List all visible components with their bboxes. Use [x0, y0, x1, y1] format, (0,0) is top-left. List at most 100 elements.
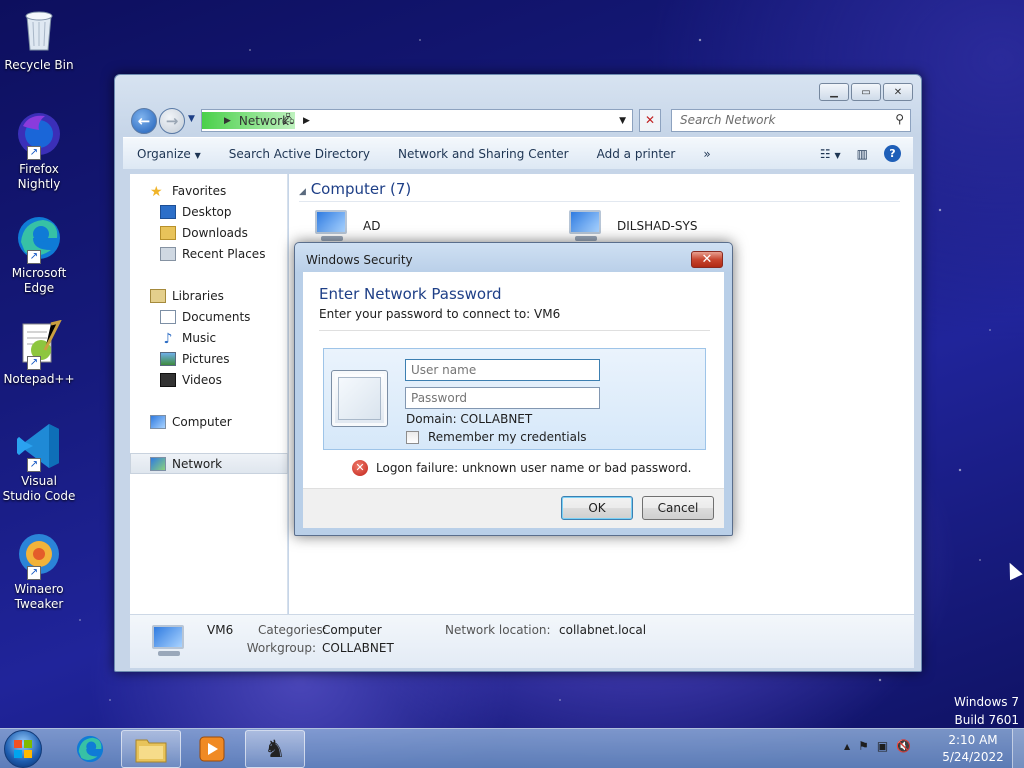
taskbar-chess[interactable]: ♞ — [245, 730, 305, 768]
desktop-icon-edge[interactable]: ↗ Microsoft Edge — [2, 214, 76, 296]
taskbar-edge[interactable] — [60, 730, 120, 768]
more-commands-button[interactable]: » — [689, 147, 724, 161]
dialog-body: Enter Network Password Enter your passwo… — [303, 272, 724, 488]
back-button[interactable]: ← — [131, 108, 157, 134]
back-arrow-icon: ← — [137, 112, 151, 130]
address-dropdown-icon[interactable]: ▼ — [619, 116, 626, 126]
cancel-button[interactable]: Cancel — [642, 496, 714, 520]
caption-buttons: ▁ ▭ ✕ — [819, 83, 913, 101]
desktop-icon-label: Recycle Bin — [4, 58, 74, 72]
search-icon[interactable]: ⚲ — [895, 112, 904, 126]
remember-credentials[interactable]: Remember my credentials — [406, 430, 587, 444]
vscode-icon: ↗ — [15, 422, 63, 472]
search-input[interactable]: Search Network — [680, 113, 775, 127]
nav-computer[interactable]: Computer — [130, 411, 288, 432]
clock[interactable]: 2:10 AM 5/24/2022 — [940, 732, 1006, 766]
action-center-flag-icon[interactable]: ⚑ — [858, 739, 869, 753]
remember-checkbox[interactable] — [406, 430, 419, 444]
computer-name: DILSHAD-SYS — [617, 219, 698, 233]
error-icon: ✕ — [352, 460, 368, 476]
network-tray-icon[interactable]: ▣ — [877, 739, 888, 753]
minimize-button[interactable]: ▁ — [819, 83, 849, 101]
nav-libraries[interactable]: Libraries — [130, 285, 288, 306]
media-player-icon — [199, 736, 225, 762]
nav-documents[interactable]: Documents — [130, 306, 288, 327]
group-header[interactable]: ◢ Computer (7) — [299, 180, 900, 202]
nav-music[interactable]: ♪ Music — [130, 327, 288, 348]
details-pane: VM6 Categories: Computer Workgroup: COLL… — [130, 614, 914, 668]
collapse-triangle-icon[interactable]: ◢ — [299, 187, 306, 197]
nav-label: Documents — [182, 309, 251, 324]
desktop-icon-firefox-nightly[interactable]: ↗ Firefox Nightly — [2, 110, 76, 192]
domain-label: Domain: COLLABNET — [406, 412, 533, 426]
preview-pane-icon[interactable]: ▥ — [857, 147, 868, 161]
recent-places-icon — [160, 246, 176, 261]
nav-downloads[interactable]: Downloads — [130, 222, 288, 243]
close-button[interactable]: ✕ — [883, 83, 913, 101]
chevron-right-icon[interactable]: ▶ — [303, 116, 310, 126]
computer-icon — [148, 625, 188, 657]
nav-desktop[interactable]: Desktop — [130, 201, 288, 222]
dialog-close-button[interactable]: ✕ — [691, 251, 723, 268]
add-printer-button[interactable]: Add a printer — [583, 147, 690, 161]
videos-icon — [160, 372, 176, 387]
notification-area: ▲ ⚑ ▣ 🔇 — [844, 739, 911, 753]
network-location-label: Network location: — [445, 623, 551, 637]
address-bar[interactable]: 🖧 ▶ Network ▶ ▼ — [201, 109, 633, 132]
documents-icon — [160, 309, 176, 324]
desktop-icon-winaero-tweaker[interactable]: ↗ Winaero Tweaker — [2, 530, 76, 612]
computer-item-dilshad-sys[interactable]: DILSHAD-SYS — [565, 210, 697, 242]
computer-item-ad[interactable]: AD — [311, 210, 380, 242]
search-active-directory-button[interactable]: Search Active Directory — [215, 147, 384, 161]
password-field[interactable] — [405, 387, 600, 409]
start-button[interactable] — [4, 730, 42, 768]
network-icon — [150, 456, 166, 471]
dialog-title: Windows Security — [306, 253, 413, 267]
nav-favorites[interactable]: ★ Favorites — [130, 180, 288, 201]
volume-muted-icon[interactable]: 🔇 — [896, 739, 911, 753]
address-row: ← → ▼ 🖧 ▶ Network ▶ ▼ ✕ Search Network ⚲ — [127, 107, 911, 134]
credential-tile[interactable]: Domain: COLLABNET Remember my credential… — [323, 348, 706, 450]
username-field[interactable] — [405, 359, 600, 381]
desktop-icon-vscode[interactable]: ↗ Visual Studio Code — [2, 422, 76, 504]
nav-recent-places[interactable]: Recent Places — [130, 243, 288, 264]
search-box[interactable]: Search Network ⚲ — [671, 109, 911, 132]
nav-label: Computer — [172, 414, 232, 429]
desktop-icon-notepad-plus-plus[interactable]: ↗ Notepad++ — [2, 319, 76, 387]
mouse-cursor-icon — [1003, 559, 1023, 581]
taskbar-explorer[interactable] — [121, 730, 181, 768]
computer-icon — [150, 414, 166, 429]
chevron-right-icon: ▶ — [224, 115, 231, 126]
nav-label: Music — [182, 330, 217, 345]
network-sharing-center-button[interactable]: Network and Sharing Center — [384, 147, 583, 161]
ok-button[interactable]: OK — [561, 496, 633, 520]
close-icon: ✕ — [701, 252, 713, 267]
nav-label: Downloads — [182, 225, 248, 240]
nav-videos[interactable]: Videos — [130, 369, 288, 390]
maximize-button[interactable]: ▭ — [851, 83, 881, 101]
desktop-icon-recycle-bin[interactable]: Recycle Bin — [2, 6, 76, 73]
forward-button[interactable]: → — [159, 108, 185, 134]
categories-value: Computer — [322, 623, 382, 637]
edge-icon — [76, 735, 104, 763]
selected-item-name: VM6 — [207, 623, 234, 637]
show-hidden-icons-icon[interactable]: ▲ — [844, 742, 850, 751]
show-desktop-button[interactable] — [1012, 729, 1024, 768]
address-breadcrumb[interactable]: 🖧 ▶ Network — [202, 112, 296, 129]
nav-network[interactable]: Network — [130, 453, 288, 474]
nav-pictures[interactable]: Pictures — [130, 348, 288, 369]
recent-pages-chevron-icon[interactable]: ▼ — [188, 114, 195, 124]
taskbar-media-player[interactable] — [182, 730, 242, 768]
stop-button[interactable]: ✕ — [639, 109, 661, 132]
computer-icon — [311, 210, 351, 242]
view-options-icon[interactable]: ☷ ▼ — [820, 147, 841, 161]
libraries-icon — [150, 288, 166, 303]
desktop-folder-icon — [160, 204, 176, 219]
divider — [319, 330, 710, 331]
computer-icon — [565, 210, 605, 242]
windows-security-dialog[interactable]: Windows Security ✕ Enter Network Passwor… — [294, 242, 733, 536]
organize-label: Organize — [137, 146, 191, 161]
help-icon[interactable]: ? — [884, 145, 901, 162]
organize-menu[interactable]: Organize ▼ — [123, 147, 215, 161]
shortcut-arrow-icon: ↗ — [27, 356, 41, 370]
